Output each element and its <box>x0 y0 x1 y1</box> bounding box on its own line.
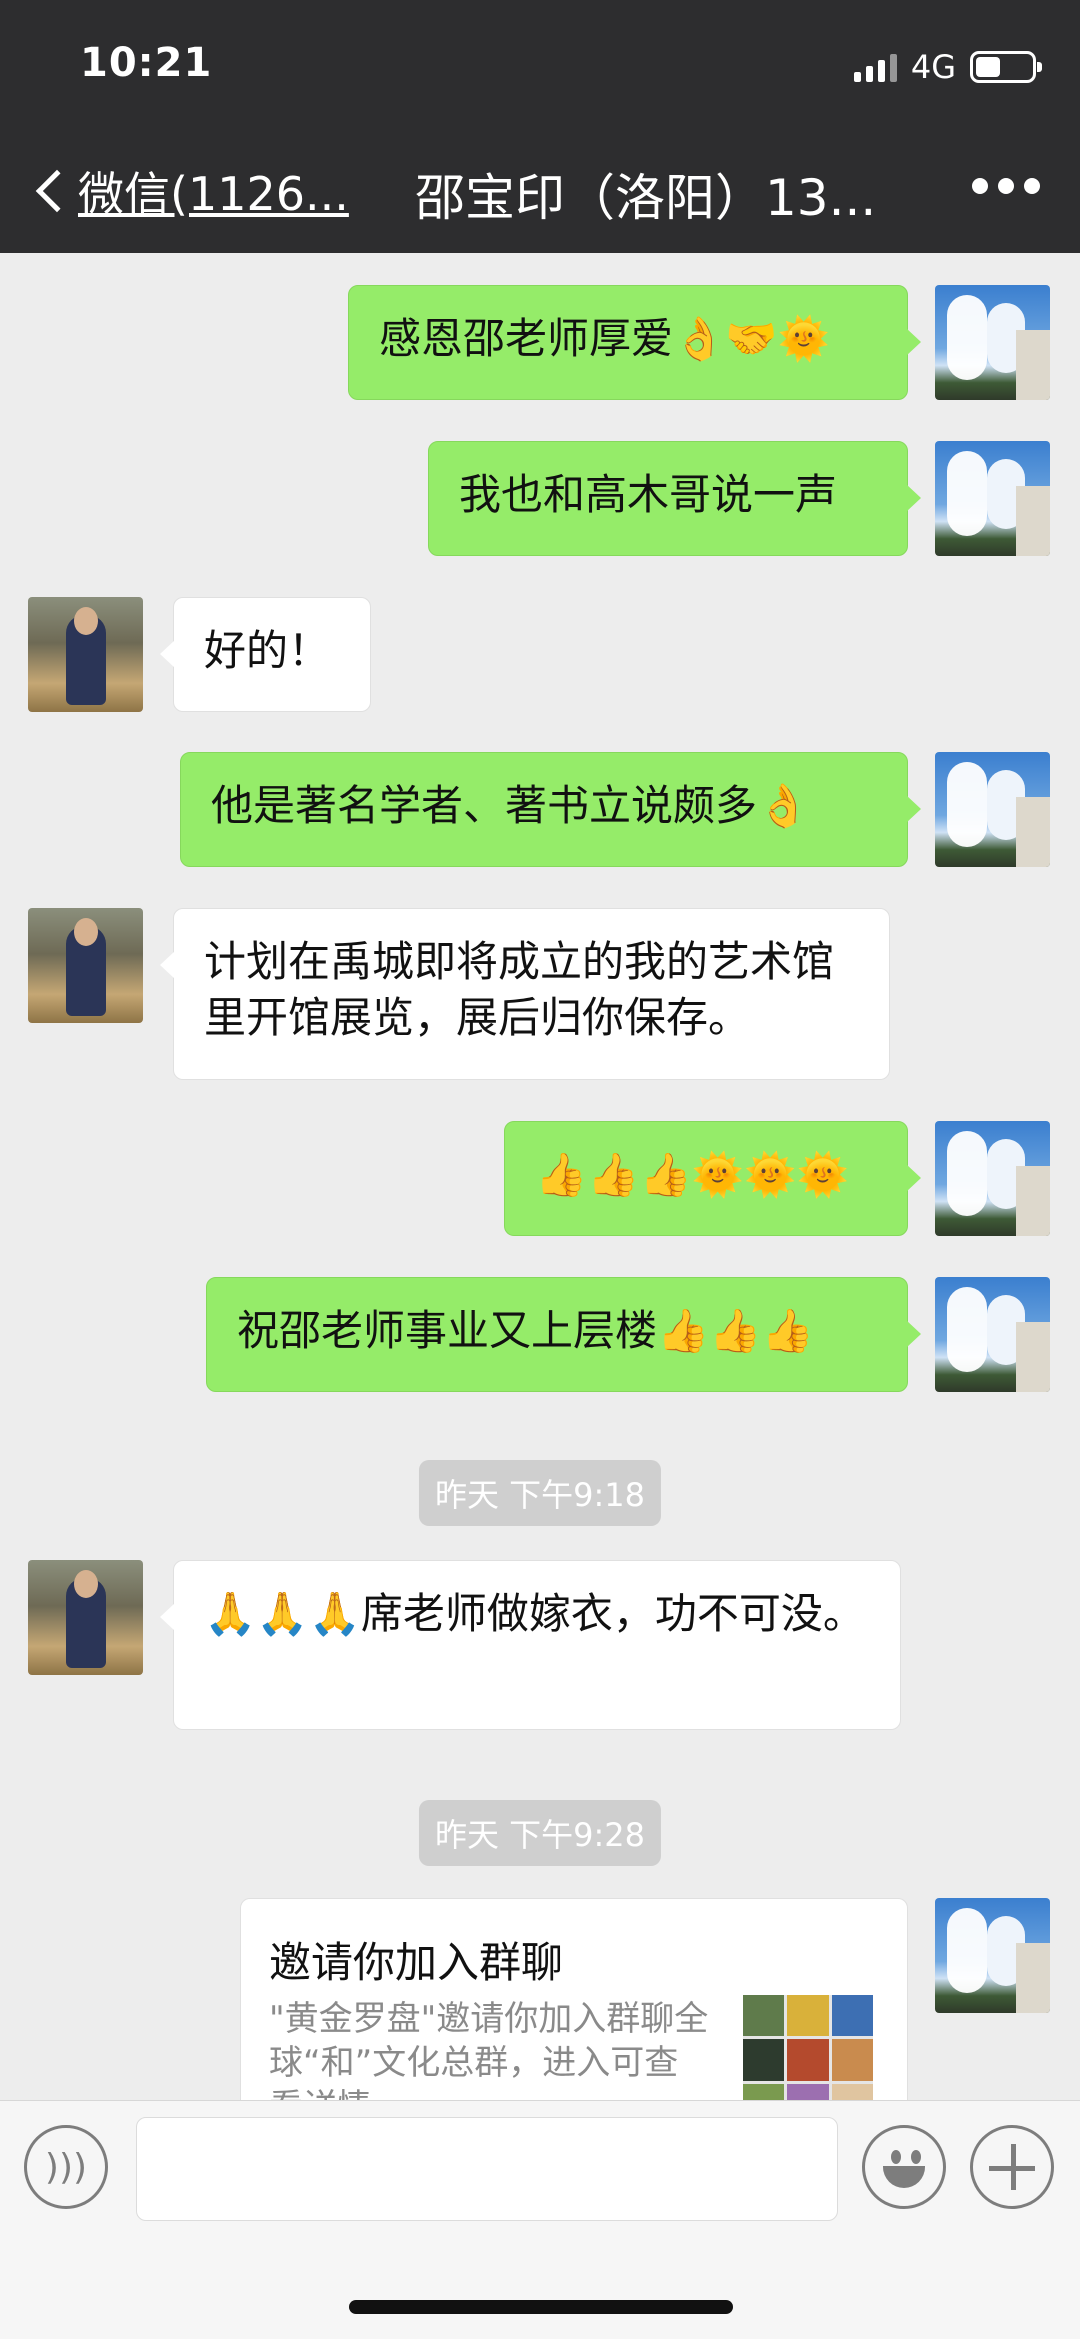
message-row: 👍👍👍🌞🌞🌞 <box>0 1121 1080 1236</box>
battery-icon <box>970 51 1042 83</box>
message-row: 祝邵老师事业又上层楼👍👍👍 <box>0 1277 1080 1392</box>
emoji-icon[interactable] <box>862 2125 946 2209</box>
back-button[interactable]: 微信(1126... <box>24 158 349 224</box>
message-row: 🙏🙏🙏席老师做嫁衣，功不可没。 <box>0 1560 1080 1730</box>
network-type: 4G <box>910 48 956 86</box>
avatar[interactable] <box>935 285 1050 400</box>
avatar[interactable] <box>935 1121 1050 1236</box>
avatar[interactable] <box>935 1898 1050 2013</box>
voice-icon[interactable]: ))) <box>24 2125 108 2209</box>
avatar[interactable] <box>28 1560 143 1675</box>
invite-title: 邀请你加入群聊 <box>269 1938 564 1987</box>
more-icon[interactable] <box>972 178 1040 194</box>
avatar[interactable] <box>28 908 143 1023</box>
home-indicator <box>349 2300 733 2314</box>
avatar[interactable] <box>935 1277 1050 1392</box>
message-bubble-them[interactable]: 计划在禹城即将成立的我的艺术馆里开馆展览，展后归你保存。 <box>160 908 890 1080</box>
message-bubble-me[interactable]: 我也和高木哥说一声 <box>428 441 921 556</box>
timestamp: 昨天 下午9:18 <box>418 1460 662 1526</box>
message-bubble-me[interactable]: 👍👍👍🌞🌞🌞 <box>504 1121 921 1236</box>
message-bubble-them[interactable]: 🙏🙏🙏席老师做嫁衣，功不可没。 <box>160 1560 901 1730</box>
chat-title: 邵宝印（洛阳）13... <box>415 169 877 227</box>
message-bubble-me[interactable]: 祝邵老师事业又上层楼👍👍👍 <box>206 1277 921 1392</box>
avatar[interactable] <box>935 441 1050 556</box>
chevron-left-icon <box>35 169 79 213</box>
message-row: 好的！ <box>0 597 1080 712</box>
group-invite-card[interactable]: 邀请你加入群聊 "黄金罗盘"邀请你加入群聊全球“和”文化总群，进入可查看详情 <box>240 1898 908 2128</box>
plus-icon[interactable] <box>970 2125 1054 2209</box>
status-icons: 4G <box>853 48 1042 86</box>
avatar[interactable] <box>28 597 143 712</box>
top-bar: 10:21 4G 微信(1126... 邵宝印（洛阳）13... <box>0 0 1080 253</box>
back-label: 微信(1126... <box>78 167 349 221</box>
signal-icon <box>853 52 897 82</box>
message-bubble-them[interactable]: 好的！ <box>160 597 371 712</box>
message-row: 我也和高木哥说一声 <box>0 441 1080 556</box>
message-bubble-me[interactable]: 感恩邵老师厚爱👌🤝🌞 <box>348 285 921 400</box>
message-row: 他是著名学者、著书立说颇多👌 <box>0 752 1080 867</box>
message-row: 感恩邵老师厚爱👌🤝🌞 <box>0 285 1080 400</box>
message-row: 计划在禹城即将成立的我的艺术馆里开馆展览，展后归你保存。 <box>0 908 1080 1080</box>
timestamp: 昨天 下午9:28 <box>418 1800 662 1866</box>
avatar[interactable] <box>935 752 1050 867</box>
message-input[interactable] <box>136 2117 838 2221</box>
message-bubble-me[interactable]: 他是著名学者、著书立说颇多👌 <box>180 752 921 867</box>
status-time: 10:21 <box>80 40 213 86</box>
